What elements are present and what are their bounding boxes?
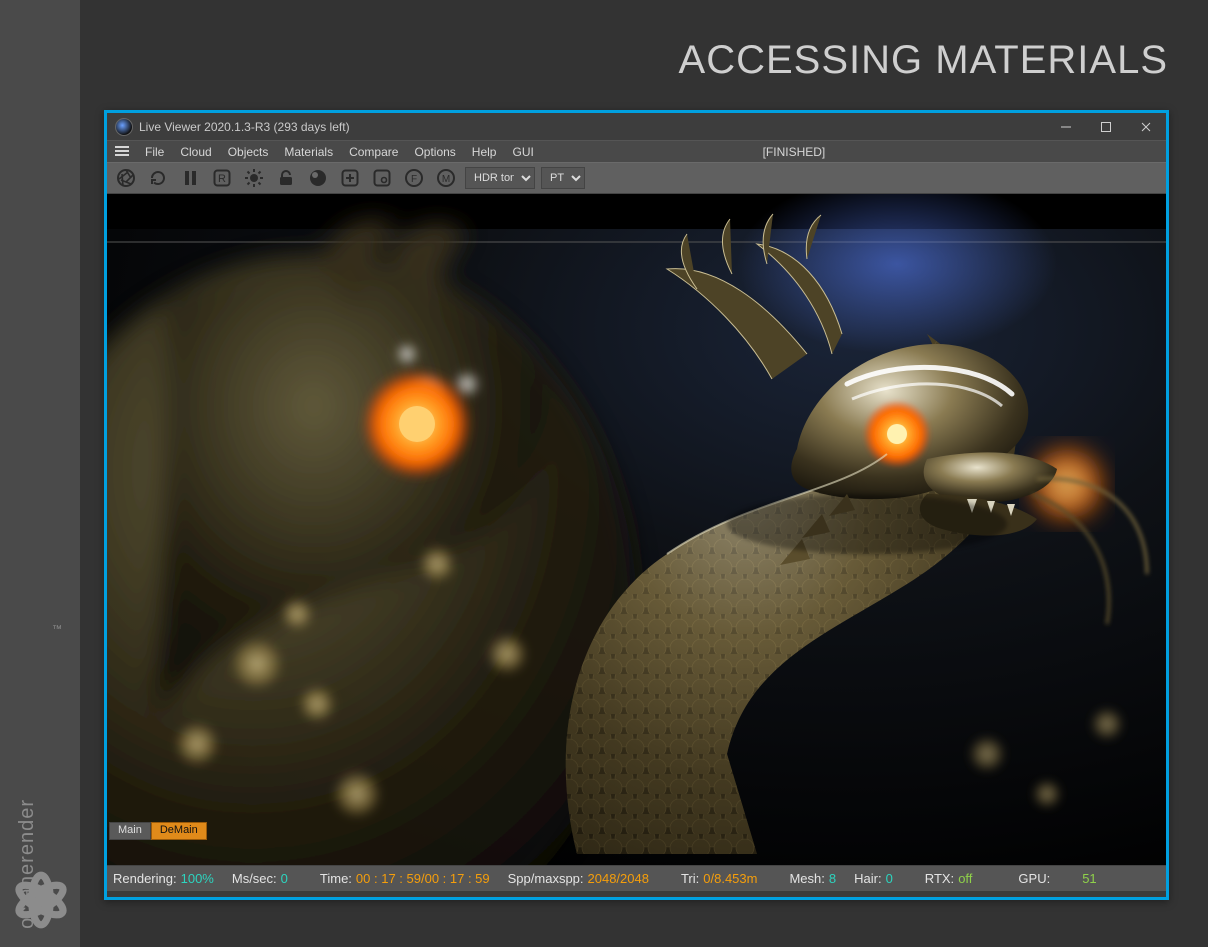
status-spp-label: Spp/maxspp: (508, 871, 584, 886)
status-spp-value: 2048/2048 (588, 871, 649, 886)
status-rtx-label: RTX: (925, 871, 954, 886)
add-icon[interactable] (337, 165, 363, 191)
sphere-icon[interactable] (305, 165, 331, 191)
minimize-button[interactable] (1046, 113, 1086, 140)
menubar: File Cloud Objects Materials Compare Opt… (107, 140, 1166, 162)
app-icon (115, 118, 133, 136)
status-mesh-value: 8 (829, 871, 836, 886)
maximize-button[interactable] (1086, 113, 1126, 140)
svg-text:R: R (218, 173, 226, 185)
menu-materials[interactable]: Materials (276, 145, 341, 159)
status-gpu-label: GPU: (1018, 871, 1050, 886)
sun-icon[interactable] (241, 165, 267, 191)
status-tri-value: 0/8.453m (703, 871, 757, 886)
status-rendering-value: 100% (181, 871, 214, 886)
menu-compare[interactable]: Compare (341, 145, 406, 159)
status-mesh-label: Mesh: (789, 871, 824, 886)
restart-icon[interactable]: R (209, 165, 235, 191)
render-finished-label: [FINISHED] (542, 145, 1166, 159)
focus-icon[interactable]: F (401, 165, 427, 191)
svg-text:M: M (442, 174, 450, 185)
svg-text:F: F (411, 174, 417, 185)
status-tri-label: Tri: (681, 871, 699, 886)
live-viewer-window: Live Viewer 2020.1.3-R3 (293 days left) … (104, 110, 1169, 900)
brand-logo-icon (10, 869, 72, 931)
status-mssec-label: Ms/sec: (232, 871, 277, 886)
window-title: Live Viewer 2020.1.3-R3 (293 days left) (139, 120, 350, 134)
material-icon[interactable]: M (433, 165, 459, 191)
viewport-tabs: Main DeMain (109, 822, 207, 840)
status-hair-label: Hair: (854, 871, 881, 886)
aperture-icon[interactable] (113, 165, 139, 191)
tab-main[interactable]: Main (109, 822, 151, 840)
status-gpu-value: 51 (1082, 871, 1096, 886)
tab-demain[interactable]: DeMain (151, 822, 207, 840)
menu-options[interactable]: Options (406, 145, 463, 159)
status-mssec-value: 0 (281, 871, 288, 886)
brand-tm: ™ (52, 624, 62, 635)
lock-icon[interactable] (273, 165, 299, 191)
toolbar: R F M HDR tone PT (107, 162, 1166, 194)
titlebar: Live Viewer 2020.1.3-R3 (293 days left) (107, 113, 1166, 140)
presentation-sidebar (0, 0, 80, 947)
hamburger-icon[interactable] (107, 144, 137, 160)
pause-icon[interactable] (177, 165, 203, 191)
status-bar: Rendering: 100% Ms/sec: 0 Time: 00 : 17 … (107, 865, 1166, 891)
menu-objects[interactable]: Objects (220, 145, 277, 159)
status-hair-value: 0 (886, 871, 893, 886)
status-time-value: 00 : 17 : 59/00 : 17 : 59 (356, 871, 490, 886)
status-rendering-label: Rendering: (113, 871, 177, 886)
page-title: ACCESSING MATERIALS (679, 38, 1168, 83)
menu-cloud[interactable]: Cloud (172, 145, 219, 159)
pick-icon[interactable] (369, 165, 395, 191)
kernel-select[interactable]: PT (541, 167, 585, 189)
status-rtx-value: off (958, 871, 972, 886)
status-time-label: Time: (320, 871, 352, 886)
close-button[interactable] (1126, 113, 1166, 140)
render-viewport[interactable]: Main DeMain (107, 194, 1166, 865)
menu-gui[interactable]: GUI (504, 145, 541, 159)
hdr-tone-select[interactable]: HDR tone (465, 167, 535, 189)
menu-help[interactable]: Help (464, 145, 505, 159)
menu-file[interactable]: File (137, 145, 172, 159)
refresh-icon[interactable] (145, 165, 171, 191)
